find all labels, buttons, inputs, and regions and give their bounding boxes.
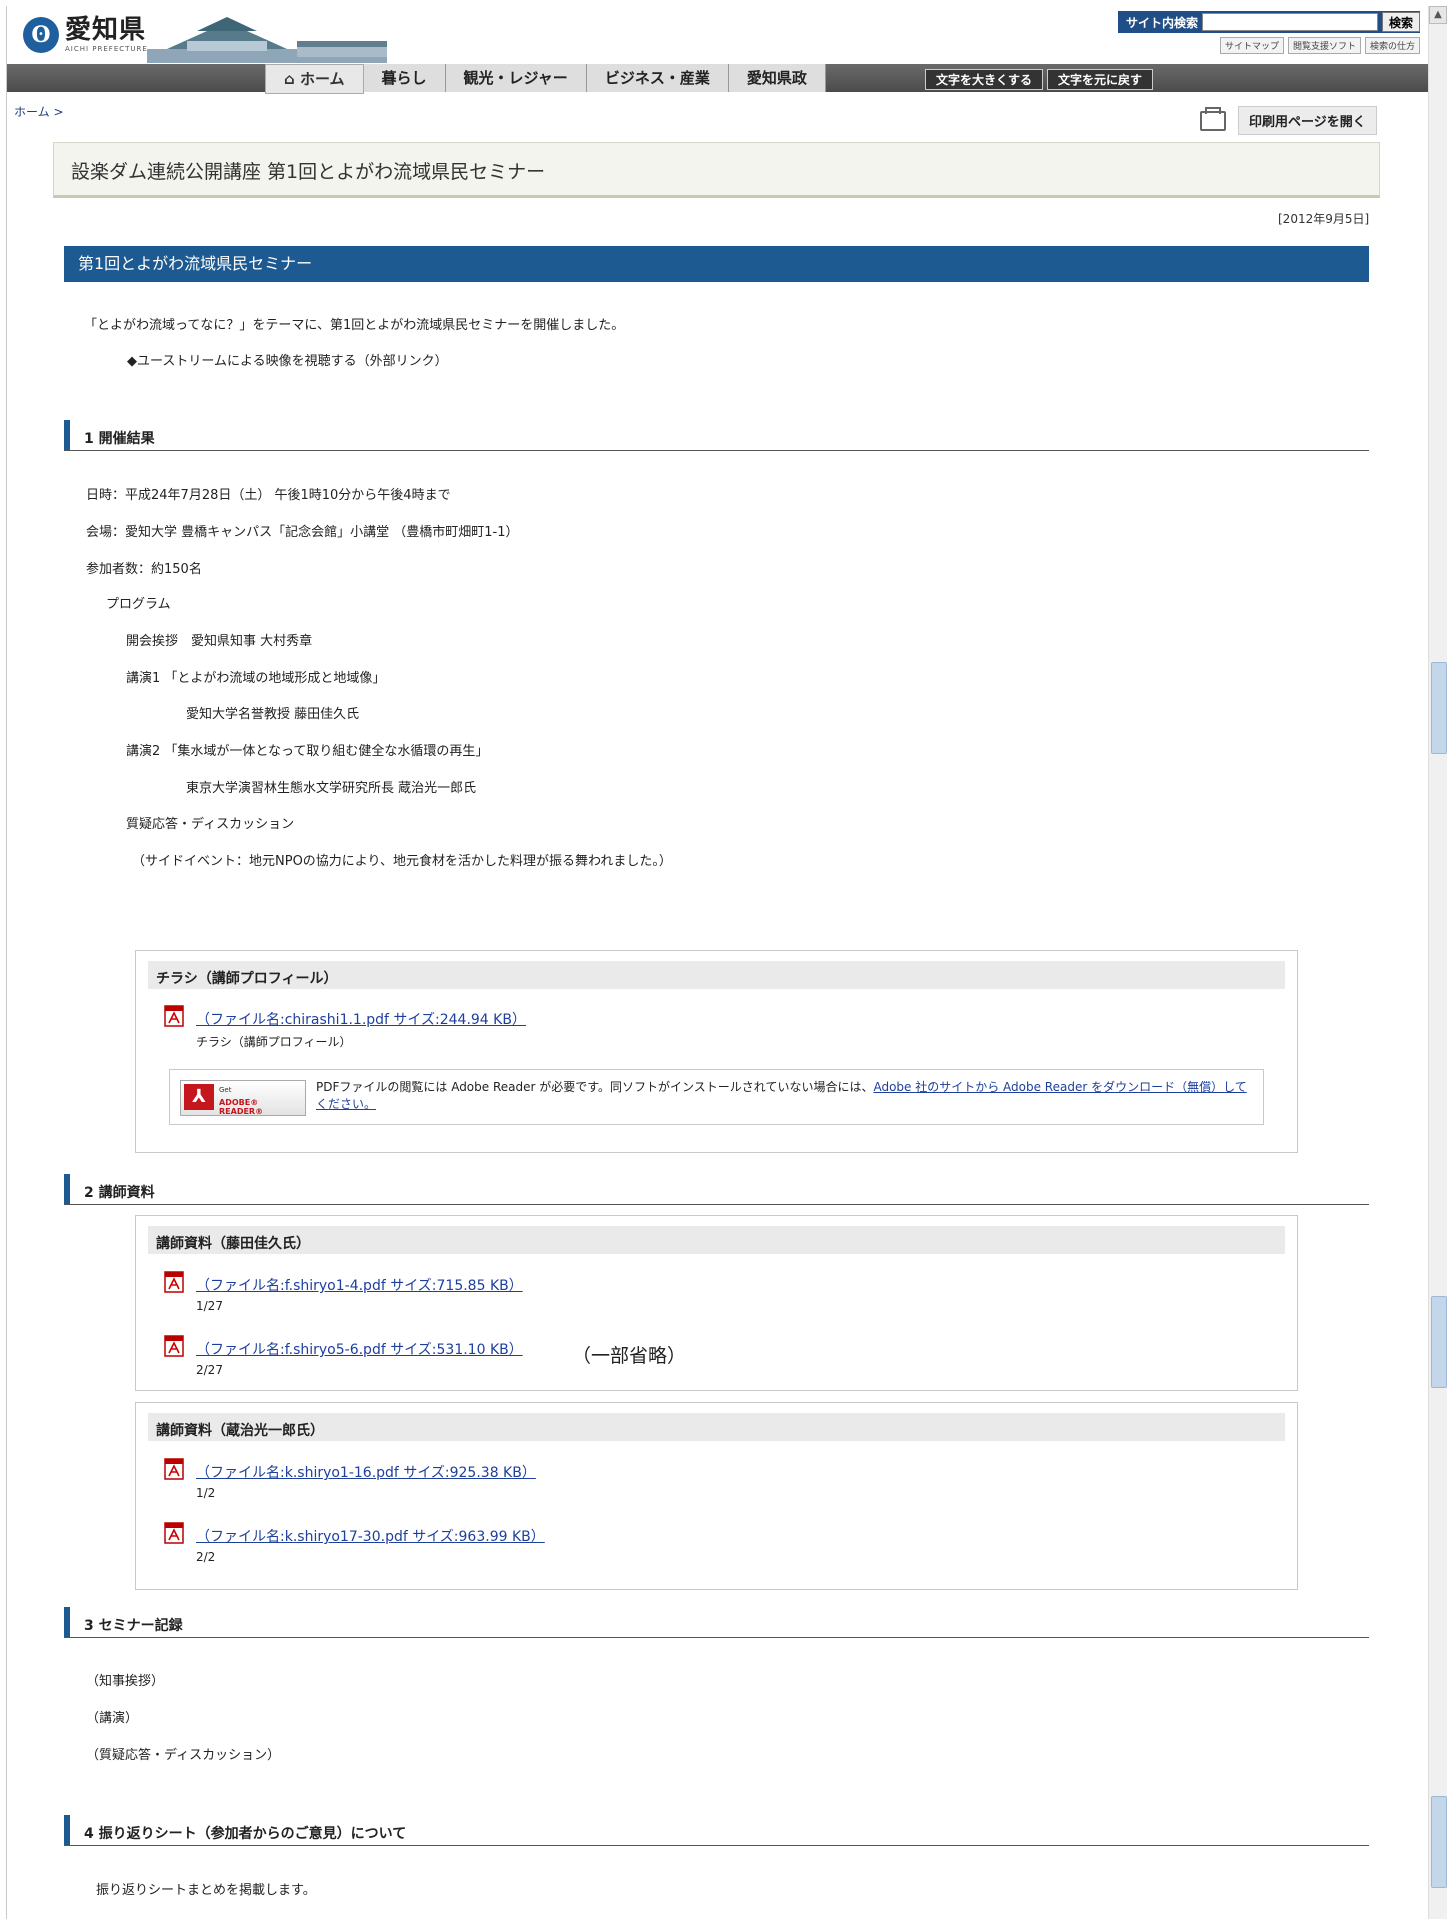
site-header: ʘ 愛知県 AICHI PREFECTURE サイト内検索 検索 サイトマップ … — [7, 7, 1428, 69]
adobe-reader-notice: ⅄ Get ADOBE® READER® PDFファイルの閲覧には Adobe … — [169, 1069, 1264, 1125]
program-lecturer2: 東京大学演習林生態水文学研究所長 蔵治光一郎氏 — [186, 781, 477, 796]
print-label: 印刷用ページを開く — [1238, 106, 1377, 135]
kuraji-file-link-1[interactable]: （ファイル名:k.shiryo1-16.pdf サイズ:925.38 KB） — [196, 1462, 536, 1482]
adobe-notice-text: PDFファイルの閲覧には Adobe Reader が必要です。同ソフトがインス… — [316, 1080, 1247, 1111]
nav-business[interactable]: ビジネス・産業 — [586, 64, 729, 92]
font-larger-button[interactable]: 文字を大きくする — [925, 69, 1044, 90]
feedback-text: 振り返りシートまとめを掲載します。 — [96, 1883, 316, 1898]
home-icon: ⌂ — [284, 70, 300, 88]
program-label: プログラム — [106, 597, 171, 612]
fujita-box-title: 講師資料（藤田佳久氏） — [156, 1236, 310, 1252]
record-qa[interactable]: （質疑応答・ディスカッション） — [86, 1744, 280, 1763]
fujita-file-desc-2: 2/27 — [196, 1363, 223, 1377]
breadcrumb[interactable]: ホーム > — [14, 103, 64, 120]
logo-title: 愛知県 — [65, 15, 147, 45]
fujita-file-desc-1: 1/27 — [196, 1299, 223, 1313]
global-nav: ⌂ ホーム 暮らし 観光・レジャー ビジネス・産業 愛知県政 文字を大きくする … — [7, 64, 1428, 94]
kuraji-file-link-2[interactable]: （ファイル名:k.shiryo17-30.pdf サイズ:963.99 KB） — [196, 1526, 545, 1546]
font-reset-button[interactable]: 文字を元に戻す — [1047, 69, 1154, 90]
fujita-file-link-2[interactable]: （ファイル名:f.shiryo5-6.pdf サイズ:531.10 KB） — [196, 1339, 523, 1359]
flyer-file-box: チラシ（講師プロフィール） （ファイル名:chirashi1.1.pdf サイズ… — [135, 950, 1298, 1153]
flyer-file-desc: チラシ（講師プロフィール） — [196, 1035, 352, 1049]
program-lecture2: 講演2 「集水域が一体となって取り組む健全な水循環の再生」 — [126, 744, 489, 759]
program-qa: 質疑応答・ディスカッション — [126, 817, 295, 832]
fujita-file-link-1[interactable]: （ファイル名:f.shiryo1-4.pdf サイズ:715.85 KB） — [196, 1275, 523, 1295]
main-heading: 第1回とよがわ流域県民セミナー — [64, 246, 1369, 282]
printer-icon — [1200, 106, 1226, 131]
accessibility-software-link[interactable]: 閲覧支援ソフト — [1287, 37, 1361, 54]
page-title: 設楽ダム連続公開講座 第1回とよがわ流域県民セミナー — [71, 161, 546, 183]
pdf-icon — [164, 1458, 184, 1480]
print-page-button[interactable]: 印刷用ページを開く — [1200, 106, 1377, 135]
intro-text: 「とよがわ流域ってなに？」をテーマに、第1回とよがわ流域県民セミナーを開催しまし… — [84, 318, 625, 333]
kuraji-file-desc-1: 1/2 — [196, 1486, 216, 1500]
search-button[interactable]: 検索 — [1381, 12, 1420, 32]
result-venue: 会場：愛知大学 豊橋キャンパス「記念会館」小講堂 （豊橋市町畑町1-1） — [86, 525, 519, 540]
nav-government[interactable]: 愛知県政 — [728, 64, 826, 92]
scroll-up-arrow-icon[interactable]: ▲ — [1429, 6, 1447, 24]
section-heading-materials: 2 講師資料 — [64, 1174, 1369, 1205]
nav-home[interactable]: ⌂ ホーム — [265, 64, 364, 94]
program-lecturer1: 愛知大学名誉教授 藤田佳久氏 — [186, 707, 360, 722]
scrollbar-marker — [1431, 662, 1447, 754]
pdf-icon — [164, 1271, 184, 1293]
section-heading-records: 3 セミナー記録 — [64, 1607, 1369, 1638]
side-event-note: （サイドイベント：地元NPOの協力により、地元食材を活かした料理が振る舞われまし… — [132, 854, 672, 869]
record-governor-greeting[interactable]: （知事挨拶） — [86, 1670, 164, 1689]
search-label: サイト内検索 — [1126, 15, 1199, 30]
scrollbar-marker — [1431, 1796, 1447, 1888]
result-datetime: 日時：平成24年7月28日（土） 午後1時10分から午後4時まで — [86, 488, 451, 503]
pdf-icon — [164, 1522, 184, 1544]
kuraji-materials-box: 講師資料（蔵治光一郎氏） （ファイル名:k.shiryo1-16.pdf サイズ… — [135, 1402, 1298, 1590]
vertical-scrollbar[interactable]: ▲ — [1428, 6, 1447, 1919]
result-attendees: 参加者数：約150名 — [86, 562, 202, 577]
scrollbar-marker — [1431, 1296, 1447, 1388]
logo-subtitle: AICHI PREFECTURE — [65, 45, 148, 53]
search-help-link[interactable]: 検索の仕方 — [1364, 37, 1420, 54]
flyer-box-title: チラシ（講師プロフィール） — [156, 971, 338, 987]
publish-date: [2012年9月5日] — [1278, 212, 1370, 226]
record-lecture[interactable]: （講演） — [86, 1707, 138, 1726]
site-search: サイト内検索 検索 サイトマップ 閲覧支援ソフト 検索の仕方 — [1118, 11, 1420, 54]
nav-tourism[interactable]: 観光・レジャー — [445, 64, 587, 92]
kuraji-box-title: 講師資料（蔵治光一郎氏） — [156, 1423, 324, 1439]
ustream-link[interactable]: ◆ユーストリームによる映像を視聴する（外部リンク） — [127, 350, 448, 369]
section-heading-results: 1 開催結果 — [64, 420, 1369, 451]
program-lecture1: 講演1 「とよがわ流域の地域形成と地域像」 — [126, 671, 386, 686]
adobe-logo-icon: ⅄ — [184, 1084, 214, 1110]
castle-illustration — [147, 17, 387, 63]
pdf-icon — [164, 1005, 184, 1027]
nav-living[interactable]: 暮らし — [363, 64, 446, 92]
page-title-box: 設楽ダム連続公開講座 第1回とよがわ流域県民セミナー — [53, 142, 1380, 198]
omitted-note: （一部省略） — [572, 1345, 687, 1367]
section-heading-feedback: 4 振り返りシート（参加者からのご意見）について — [64, 1815, 1369, 1846]
search-input[interactable] — [1202, 13, 1378, 31]
fujita-materials-box: 講師資料（藤田佳久氏） （ファイル名:f.shiryo1-4.pdf サイズ:7… — [135, 1215, 1298, 1391]
prefecture-emblem-icon: ʘ — [23, 17, 59, 53]
flyer-file-link[interactable]: （ファイル名:chirashi1.1.pdf サイズ:244.94 KB） — [196, 1009, 526, 1029]
sitemap-link[interactable]: サイトマップ — [1219, 37, 1284, 54]
program-opening: 開会挨拶 愛知県知事 大村秀章 — [126, 634, 313, 649]
get-adobe-reader-button[interactable]: ⅄ Get ADOBE® READER® — [180, 1080, 306, 1116]
site-logo[interactable]: ʘ 愛知県 AICHI PREFECTURE — [23, 17, 148, 53]
pdf-icon — [164, 1335, 184, 1357]
kuraji-file-desc-2: 2/2 — [196, 1550, 216, 1564]
